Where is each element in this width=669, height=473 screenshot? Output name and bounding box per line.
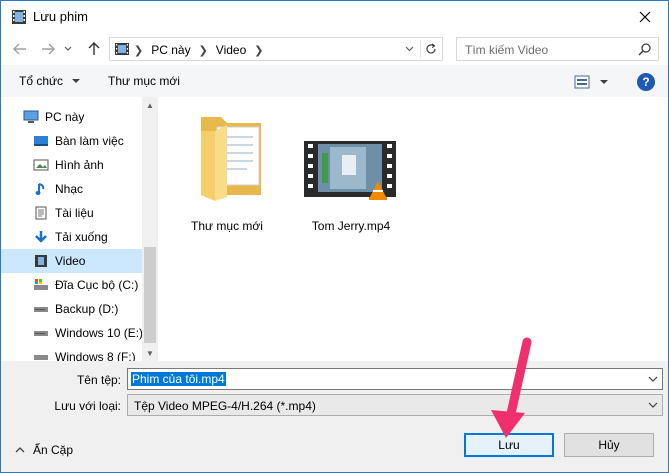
organize-menu[interactable]: Tổ chức (19, 74, 81, 88)
sidebar-item-documents[interactable]: Tài liệu (33, 201, 142, 225)
scroll-down-icon[interactable]: ▼ (142, 345, 158, 361)
new-folder-button[interactable]: Thư mục mới (108, 74, 180, 88)
sidebar-item-label: Backup (D:) (55, 302, 119, 316)
search-icon[interactable] (638, 42, 652, 56)
close-icon (639, 11, 651, 23)
sidebar-item-label: Tải xuống (55, 230, 108, 244)
video-file-item[interactable]: Tom Jerry.mp4 (296, 111, 406, 235)
navigation-pane: PC này Bàn làm việc Hình ảnh Nhạc Tài li… (1, 97, 158, 361)
search-placeholder: Tìm kiếm Video (465, 43, 549, 57)
videos-folder-icon (114, 41, 130, 57)
chevron-down-icon (648, 402, 658, 408)
music-icon (33, 181, 49, 197)
title-bar: Lưu phim (1, 1, 668, 33)
sidebar-item-drive-d[interactable]: Backup (D:) (33, 297, 142, 321)
video-file-name: Tom Jerry.mp4 (311, 219, 391, 233)
drive-icon (33, 325, 49, 341)
documents-icon (33, 205, 49, 221)
chevron-down-icon (64, 46, 72, 51)
recent-locations-button[interactable] (61, 39, 75, 59)
sidebar-item-label: Bàn làm việc (55, 134, 124, 148)
folder-icon (201, 117, 261, 201)
film-icon (11, 9, 27, 25)
pc-icon (23, 109, 39, 125)
breadcrumb-separator-icon[interactable]: ❯ (254, 44, 263, 57)
sidebar-item-label: Hình ảnh (55, 158, 104, 172)
save-as-type-label: Lưu với loại: (54, 399, 121, 413)
back-button[interactable] (9, 39, 31, 59)
breadcrumb-separator-icon: ❯ (134, 44, 144, 57)
address-bar[interactable]: ❯ PC này ❯ Video ❯ (109, 37, 443, 61)
sidebar-item-pictures[interactable]: Hình ảnh (33, 153, 142, 177)
scrollbar-thumb[interactable] (144, 247, 156, 343)
sidebar-item-label: Windows 10 (E:) (55, 326, 144, 340)
save-button[interactable]: Lưu (464, 433, 554, 457)
change-view-button[interactable] (574, 73, 614, 91)
sidebar-item-label: Đĩa Cục bộ (C:) (55, 278, 139, 292)
drive-c-icon (33, 277, 49, 293)
close-button[interactable] (630, 5, 660, 29)
sidebar-item-label: Tài liệu (55, 206, 94, 220)
sidebar-item-label: Nhạc (55, 182, 84, 196)
desktop-icon (33, 133, 49, 149)
videos-icon (33, 253, 49, 269)
chevron-down-icon (405, 46, 413, 52)
arrow-up-icon (88, 42, 100, 55)
breadcrumb-separator-icon[interactable]: ❯ (199, 44, 208, 57)
navigation-row: ❯ PC này ❯ Video ❯ Tìm kiếm Video (1, 33, 668, 65)
filename-field[interactable]: Phim của tôi.mp4 (127, 368, 663, 390)
chevron-down-icon[interactable] (648, 376, 658, 382)
folder-name: Thư mục mới (191, 219, 263, 233)
command-bar: Tổ chức Thư mục mới ? (1, 65, 668, 97)
forward-button[interactable] (37, 39, 59, 59)
sidebar-item-drive-e[interactable]: Windows 10 (E:) (33, 321, 144, 345)
breadcrumb-video[interactable]: Video (216, 43, 246, 57)
up-button[interactable] (83, 39, 105, 59)
downloads-icon (33, 229, 49, 245)
scroll-up-icon[interactable]: ▲ (142, 97, 158, 113)
save-options-panel: Tên tệp: Phim của tôi.mp4 Lưu với loại: … (1, 361, 668, 472)
filename-value: Phim của tôi.mp4 (131, 372, 226, 386)
filename-label: Tên tệp: (76, 373, 121, 387)
chevron-down-icon (600, 79, 608, 84)
save-dialog: Lưu phim ❯ PC này ❯ Video ❯ Tìm kiếm Vid… (0, 0, 669, 473)
view-options-icon (574, 75, 590, 89)
arrow-right-icon (42, 43, 55, 55)
sidebar-item-label: Video (55, 254, 86, 268)
breadcrumb-pc[interactable]: PC này (151, 43, 190, 57)
organize-label: Tổ chức (19, 74, 64, 88)
help-button[interactable]: ? (637, 73, 655, 91)
sidebar-item-downloads[interactable]: Tải xuống (33, 225, 142, 249)
video-file-icon (304, 141, 396, 200)
sidebar-item-pc[interactable]: PC này (23, 105, 142, 129)
save-as-type-value: Tệp Video MPEG-4/H.264 (*.mp4) (134, 399, 316, 413)
cancel-button[interactable]: Hủy (564, 433, 654, 457)
file-list: Thư mục mới Tom Jerry.mp4 (158, 97, 668, 361)
sidebar-item-music[interactable]: Nhạc (33, 177, 142, 201)
hide-folders-label: Ẩn Cặp (33, 443, 74, 457)
folder-item[interactable]: Thư mục mới (172, 111, 282, 235)
hide-folders-button[interactable]: Ẩn Cặp (15, 443, 73, 457)
arrow-left-icon (13, 43, 26, 55)
sidebar-scrollbar[interactable]: ▲ ▼ (142, 97, 158, 361)
window-title: Lưu phim (33, 9, 88, 24)
pictures-icon (33, 157, 49, 173)
sidebar-item-label: Windows 8 (F:) (55, 350, 136, 361)
sidebar-item-videos[interactable]: Video (1, 249, 142, 273)
sidebar-item-drive-c[interactable]: Đĩa Cục bộ (C:) (33, 273, 142, 297)
chevron-down-icon (72, 79, 81, 84)
save-as-type-select[interactable]: Tệp Video MPEG-4/H.264 (*.mp4) (127, 394, 663, 416)
address-dropdown-button[interactable] (400, 40, 418, 58)
breadcrumb: ❯ PC này ❯ Video ❯ (134, 43, 272, 57)
refresh-button[interactable] (420, 40, 440, 58)
refresh-icon (425, 43, 436, 54)
drive-icon (33, 301, 49, 317)
sidebar-item-desktop[interactable]: Bàn làm việc (33, 129, 142, 153)
chevron-up-icon (15, 447, 25, 453)
sidebar-item-label: PC này (45, 110, 85, 124)
drive-icon (33, 349, 49, 361)
search-input[interactable]: Tìm kiếm Video (456, 37, 659, 61)
sidebar-item-drive-f[interactable]: Windows 8 (F:) (33, 345, 142, 361)
